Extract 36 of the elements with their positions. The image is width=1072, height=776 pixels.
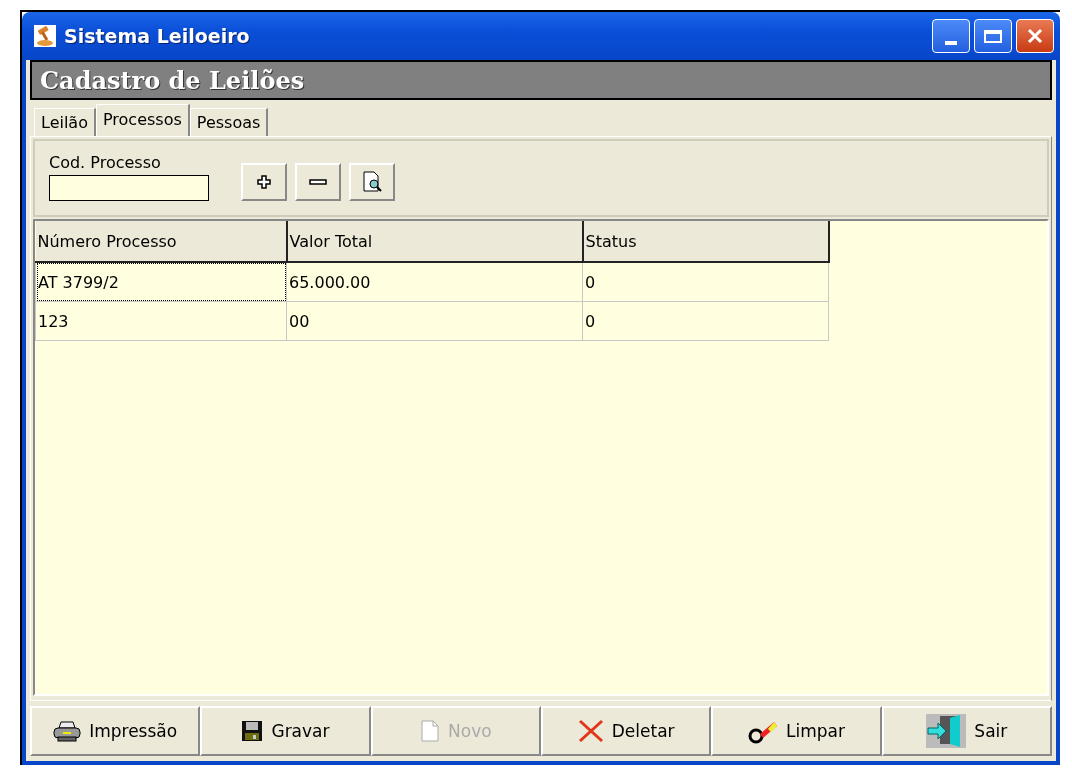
clear-button[interactable]: Limpar <box>711 706 882 756</box>
form-title: Cadastro de Leilões <box>40 65 305 95</box>
remove-button[interactable] <box>295 163 341 201</box>
table-cell: 65.000.00 <box>286 262 583 302</box>
gavel-icon <box>34 25 56 47</box>
column-header[interactable]: Valor Total <box>286 221 583 262</box>
minus-icon <box>309 178 327 186</box>
tab[interactable]: Pessoas <box>189 108 269 136</box>
tab[interactable]: Leilão <box>34 108 96 136</box>
printer-icon <box>53 720 82 742</box>
maximize-button[interactable] <box>974 19 1012 53</box>
cross-icon <box>577 719 604 743</box>
exit-button[interactable]: Sair <box>881 706 1052 756</box>
document-icon <box>420 720 440 742</box>
table-cell: AT 3799/2 <box>35 262 287 302</box>
delete-button[interactable]: Deletar <box>541 706 712 756</box>
save-button[interactable]: Gravar <box>200 706 371 756</box>
minimize-button[interactable] <box>932 19 970 53</box>
tab[interactable]: Processos <box>95 104 190 136</box>
field-label: Cod. Processo <box>49 153 162 172</box>
input-field[interactable] <box>49 175 209 201</box>
add-button[interactable] <box>241 163 287 201</box>
document-search-icon <box>361 171 383 193</box>
table-cell: 00 <box>286 301 583 341</box>
window-title: Sistema Leiloeiro <box>64 25 251 47</box>
print-button[interactable]: Impressão <box>30 706 201 756</box>
column-header[interactable]: Status <box>582 221 829 262</box>
table-cell: 0 <box>582 262 829 302</box>
close-button[interactable] <box>1016 19 1054 53</box>
column-header[interactable]: Número Processo <box>35 221 287 262</box>
preview-button[interactable] <box>349 163 395 201</box>
plus-icon <box>256 174 272 190</box>
table-cell: 123 <box>35 301 287 341</box>
exit-door-icon <box>926 714 967 748</box>
close-icon <box>1026 27 1044 45</box>
table-cell: 0 <box>582 301 829 341</box>
